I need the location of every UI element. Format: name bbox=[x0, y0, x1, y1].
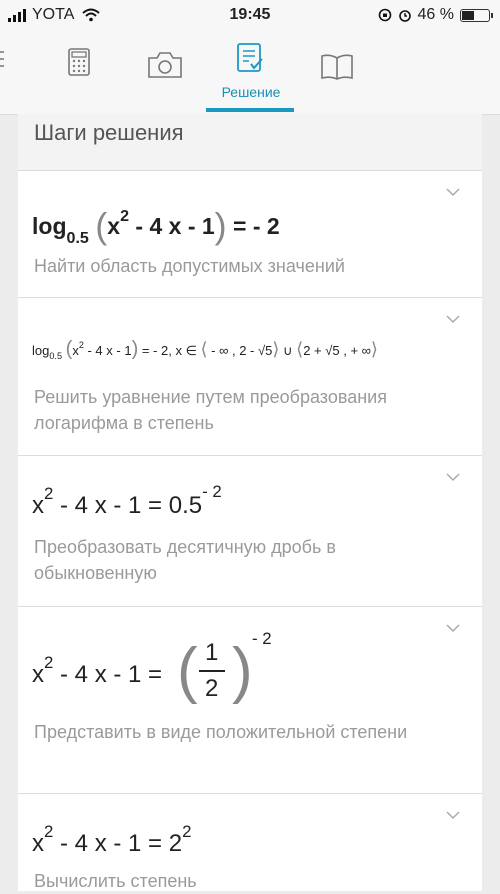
step-formula: log0.5 (x2 - 4 x - 1) = - 2, x ∈ ⟨ - ∞ ,… bbox=[32, 338, 378, 361]
chevron-down-icon[interactable] bbox=[446, 470, 460, 484]
toolbar: Решение bbox=[0, 30, 500, 115]
chevron-down-icon[interactable] bbox=[446, 185, 460, 199]
step-formula: x2 - 4 x - 1 = 22 bbox=[32, 822, 192, 857]
step-formula: x2 - 4 x - 1 = 0.5- 2 bbox=[32, 482, 222, 519]
status-bar: YOTA 19:45 46 % bbox=[0, 0, 500, 30]
step-description: Вычислить степень bbox=[34, 871, 197, 891]
orientation-lock-icon bbox=[378, 8, 391, 22]
battery-icon bbox=[460, 8, 493, 22]
chevron-down-icon[interactable] bbox=[446, 621, 460, 635]
step-description: Найти область допустимых значений bbox=[34, 256, 345, 276]
camera-icon[interactable] bbox=[147, 52, 183, 78]
battery-percent: 46 % bbox=[417, 6, 454, 23]
step-card[interactable]: x2 - 4 x - 1 = 22 Вычислить степень bbox=[18, 793, 482, 891]
step-card[interactable]: log0.5 (x2 - 4 x - 1) = - 2 Найти област… bbox=[18, 170, 482, 297]
chevron-down-icon[interactable] bbox=[446, 312, 460, 326]
step-card[interactable]: x2 - 4 x - 1 = 0.5- 2 Преобразовать деся… bbox=[18, 455, 482, 606]
step-formula: log0.5 (x2 - 4 x - 1) = - 2 bbox=[32, 205, 280, 247]
active-tab-indicator bbox=[206, 108, 294, 112]
step-card[interactable]: log0.5 (x2 - 4 x - 1) = - 2, x ∈ ⟨ - ∞ ,… bbox=[18, 297, 482, 455]
step-description: Представить в виде положительной степени bbox=[34, 722, 408, 742]
step-description: Преобразовать десятичную дробь в обыкнов… bbox=[34, 537, 336, 583]
menu-icon[interactable] bbox=[0, 48, 8, 70]
steps-title: Шаги решения bbox=[34, 120, 184, 145]
step-description: Решить уравнение путем преобразования ло… bbox=[34, 387, 387, 433]
calculator-icon[interactable] bbox=[68, 48, 90, 76]
step-formula: x2 - 4 x - 1 = ( 1 2 ) - 2 bbox=[32, 629, 272, 705]
tab-solution-label[interactable]: Решение bbox=[206, 84, 296, 100]
chevron-down-icon[interactable] bbox=[446, 808, 460, 822]
solution-icon[interactable] bbox=[236, 42, 264, 74]
step-card[interactable]: x2 - 4 x - 1 = ( 1 2 ) - 2 Представить в… bbox=[18, 606, 482, 793]
book-icon[interactable] bbox=[320, 54, 354, 80]
alarm-icon bbox=[398, 10, 411, 22]
